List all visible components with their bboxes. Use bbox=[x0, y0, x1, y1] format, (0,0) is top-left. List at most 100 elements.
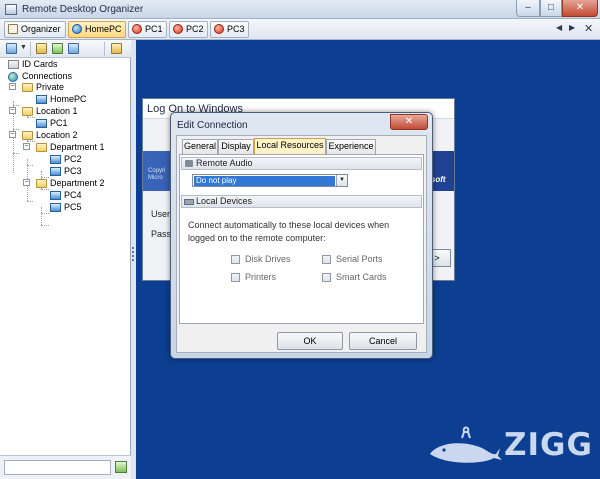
tree-item-label: HomePC bbox=[50, 94, 87, 104]
close-button[interactable]: ✕ bbox=[562, 0, 598, 17]
microsoft-text: Micro bbox=[148, 175, 163, 181]
edit-icon[interactable] bbox=[52, 43, 63, 54]
folder-icon bbox=[22, 131, 33, 140]
quick-connect-input[interactable] bbox=[4, 460, 111, 475]
ok-button[interactable]: OK bbox=[277, 332, 343, 350]
tree-item-label: Location 2 bbox=[36, 130, 78, 140]
computer-red-icon bbox=[132, 24, 142, 34]
computer-red-icon bbox=[173, 24, 183, 34]
printers-checkbox[interactable] bbox=[231, 273, 240, 282]
organizer-panel: ▼ ID Cards Connections − Private HomePC … bbox=[0, 40, 131, 479]
disk-drives-label: Disk Drives bbox=[245, 254, 291, 264]
serial-ports-label: Serial Ports bbox=[336, 254, 383, 264]
collapse-icon[interactable]: − bbox=[23, 143, 30, 150]
tree-item-pc5[interactable]: PC5 bbox=[50, 202, 82, 213]
organizer-toolbar: ▼ bbox=[0, 40, 131, 58]
new-folder-icon[interactable] bbox=[36, 43, 47, 54]
tree-item-pc3[interactable]: PC3 bbox=[50, 166, 82, 177]
title-bar: Remote Desktop Organizer – □ ✕ bbox=[0, 0, 600, 19]
tab-label: PC2 bbox=[186, 24, 204, 34]
tree-item-location-2[interactable]: Location 2 bbox=[22, 130, 78, 141]
smart-cards-label: Smart Cards bbox=[336, 272, 387, 282]
tree-item-homepc[interactable]: HomePC bbox=[36, 94, 87, 105]
local-devices-header: Local Devices bbox=[181, 195, 422, 208]
banner-copyright: Copyri Micro bbox=[148, 168, 165, 182]
tab-pc1[interactable]: PC1 bbox=[128, 21, 167, 38]
disk-drives-checkbox[interactable] bbox=[231, 255, 240, 264]
folder-icon bbox=[22, 83, 33, 92]
organizer-icon bbox=[8, 24, 18, 34]
smart-cards-checkbox[interactable] bbox=[322, 273, 331, 282]
dialog-close-button[interactable]: ✕ bbox=[390, 114, 428, 130]
tree-item-location-1[interactable]: Location 1 bbox=[22, 106, 78, 117]
collapse-icon[interactable]: − bbox=[9, 107, 16, 114]
toolbar-separator bbox=[30, 42, 31, 56]
remote-audio-header: Remote Audio bbox=[181, 157, 422, 170]
scroll-left-icon[interactable]: ◀ bbox=[556, 23, 562, 32]
tree-item-label: Department 2 bbox=[50, 178, 105, 188]
window-title: Remote Desktop Organizer bbox=[22, 4, 144, 15]
computer-icon bbox=[50, 167, 61, 176]
tree-item-private[interactable]: Private bbox=[22, 82, 64, 93]
tab-pc3[interactable]: PC3 bbox=[210, 21, 249, 38]
group-header-label: Local Devices bbox=[196, 196, 253, 206]
collapse-icon[interactable]: − bbox=[9, 83, 16, 90]
collapse-icon[interactable]: − bbox=[9, 131, 16, 138]
tab-label: Organizer bbox=[21, 24, 61, 34]
session-tab-strip: Organizer HomePC PC1 PC2 PC3 ◀ ▶ ✕ bbox=[0, 19, 600, 40]
dialog-title: Edit Connection bbox=[177, 120, 248, 131]
app-icon bbox=[5, 4, 17, 15]
tree-item-label: ID Cards bbox=[22, 59, 58, 69]
whale-icon bbox=[430, 426, 502, 463]
remote-audio-value: Do not play bbox=[194, 176, 335, 186]
computer-icon bbox=[50, 203, 61, 212]
edit-connection-dialog: Edit Connection ✕ General Display Local … bbox=[170, 112, 433, 359]
tree-item-label: Location 1 bbox=[36, 106, 78, 116]
tab-general[interactable]: General bbox=[182, 139, 218, 154]
tree-item-department-1[interactable]: Department 1 bbox=[36, 142, 105, 153]
connect-icon[interactable] bbox=[115, 461, 127, 473]
globe-icon bbox=[8, 72, 18, 82]
tab-display[interactable]: Display bbox=[218, 139, 254, 154]
tab-experience[interactable]: Experience bbox=[326, 139, 376, 154]
panel-footer bbox=[0, 455, 131, 479]
tree-item-label: PC5 bbox=[64, 202, 82, 212]
watermark-text: ZIGG bbox=[504, 427, 593, 463]
tab-pc2[interactable]: PC2 bbox=[169, 21, 208, 38]
computer-blue-icon bbox=[72, 24, 82, 34]
tree-item-label: Private bbox=[36, 82, 65, 92]
speaker-icon bbox=[185, 160, 193, 167]
tree-item-department-2[interactable]: Department 2 bbox=[36, 178, 105, 189]
tree-item-pc2[interactable]: PC2 bbox=[50, 154, 82, 165]
local-devices-description: Connect automatically to these local dev… bbox=[188, 220, 390, 243]
chevron-down-icon[interactable]: ▼ bbox=[336, 175, 347, 186]
tree-item-connections[interactable]: Connections bbox=[8, 71, 72, 82]
remote-audio-select[interactable]: Do not play ▼ bbox=[192, 174, 348, 187]
properties-icon[interactable] bbox=[68, 43, 79, 54]
tree-item-id-cards[interactable]: ID Cards bbox=[8, 59, 58, 70]
serial-ports-checkbox[interactable] bbox=[322, 255, 331, 264]
computer-icon bbox=[50, 155, 61, 164]
copyright-text: Copyri bbox=[148, 168, 166, 174]
minimize-button[interactable]: – bbox=[516, 0, 540, 17]
dropdown-arrow-icon[interactable]: ▼ bbox=[20, 44, 27, 51]
new-connection-icon[interactable] bbox=[6, 43, 17, 54]
tree-item-label: PC2 bbox=[64, 154, 82, 164]
tree-item-label: Connections bbox=[22, 71, 73, 81]
tab-local-resources[interactable]: Local Resources bbox=[254, 138, 326, 154]
collapse-icon[interactable]: − bbox=[23, 179, 30, 186]
toolbar-separator bbox=[104, 42, 105, 56]
scroll-right-icon[interactable]: ▶ bbox=[569, 23, 575, 32]
cancel-button[interactable]: Cancel bbox=[349, 332, 417, 350]
tab-homepc[interactable]: HomePC bbox=[68, 21, 126, 38]
splitter-grip-icon[interactable] bbox=[132, 247, 134, 261]
tree-item-pc1[interactable]: PC1 bbox=[36, 118, 68, 129]
id-card-icon bbox=[8, 60, 19, 69]
delete-icon[interactable] bbox=[111, 43, 122, 54]
close-tab-icon[interactable]: ✕ bbox=[584, 22, 593, 35]
tab-label: PC1 bbox=[145, 24, 163, 34]
tab-organizer[interactable]: Organizer bbox=[4, 21, 66, 38]
maximize-button[interactable]: □ bbox=[540, 0, 562, 17]
tree-item-pc4[interactable]: PC4 bbox=[50, 190, 82, 201]
tree-item-label: PC3 bbox=[64, 166, 82, 176]
